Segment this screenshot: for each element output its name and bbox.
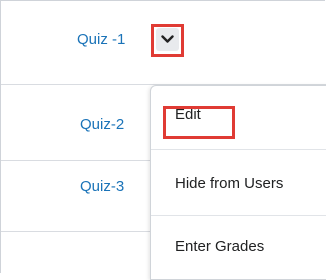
toggle-highlight-box	[151, 24, 184, 57]
quiz-3-link[interactable]: Quiz-3	[80, 178, 124, 196]
menu-item-hide-from-users[interactable]: Hide from Users	[151, 150, 326, 210]
menu-item-enter-grades[interactable]: Enter Grades	[151, 216, 326, 276]
menu-item-enter-grades-label: Enter Grades	[175, 238, 265, 255]
edit-highlight-box	[163, 106, 235, 139]
menu-item-hide-label: Hide from Users	[175, 175, 284, 192]
quiz-1-link[interactable]: Quiz -1	[77, 31, 125, 49]
quiz-2-link[interactable]: Quiz-2	[80, 116, 124, 134]
